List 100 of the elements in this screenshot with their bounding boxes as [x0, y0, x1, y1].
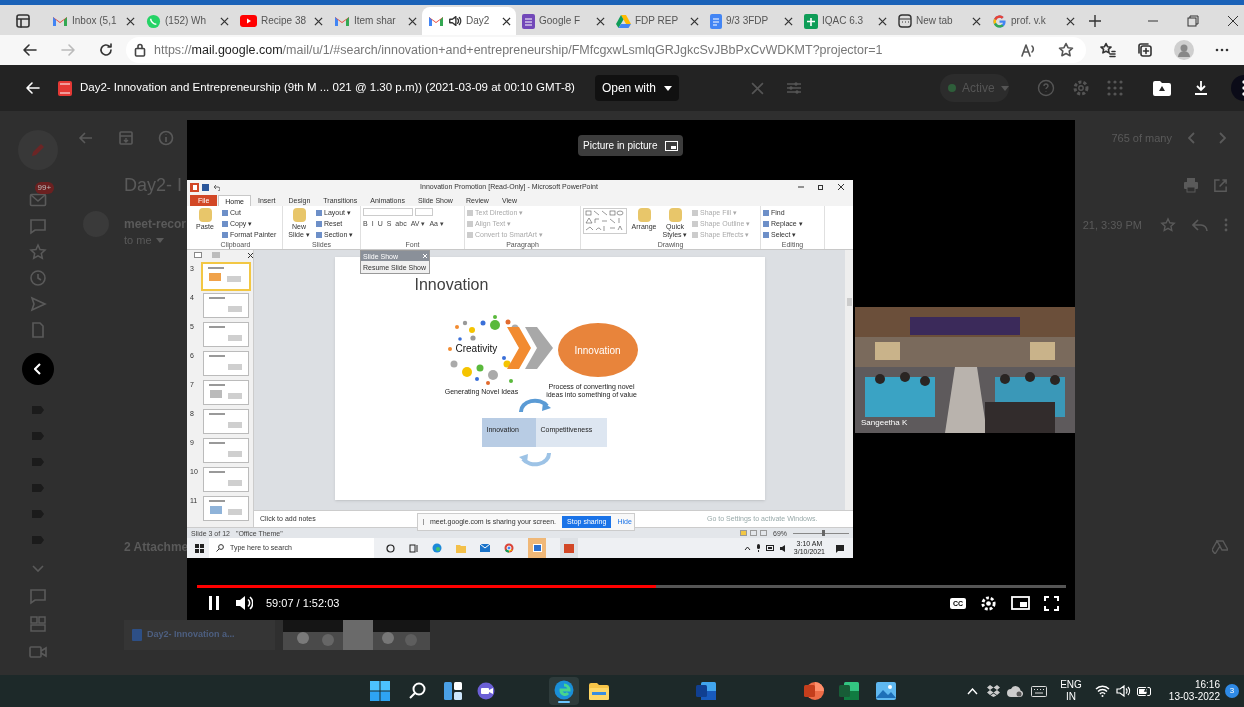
browser-tab[interactable]: Day2: [422, 7, 516, 35]
browser-tab[interactable]: New tab: [892, 7, 986, 35]
speaker-icon[interactable]: [448, 14, 462, 28]
battery-charging-icon[interactable]: [1136, 685, 1153, 697]
microphone-icon[interactable]: [755, 544, 761, 552]
chevron-up-icon[interactable]: [743, 545, 751, 551]
close-icon[interactable]: [126, 16, 135, 26]
minimize-icon[interactable]: [798, 184, 804, 190]
presentation-app-icon[interactable]: [804, 681, 824, 701]
photos-icon[interactable]: [876, 682, 896, 700]
search-icon[interactable]: [409, 682, 427, 700]
video-chat-icon[interactable]: [477, 682, 497, 700]
favorites-icon[interactable]: [1100, 42, 1116, 58]
battery-icon[interactable]: [765, 545, 775, 551]
slide-thumbnail[interactable]: [203, 467, 249, 492]
restore-icon[interactable]: [818, 184, 824, 190]
close-icon[interactable]: [220, 16, 229, 26]
slide-thumbnail[interactable]: [203, 293, 249, 318]
browser-tab[interactable]: IQAC 6.3: [798, 7, 892, 35]
slide-thumbnail[interactable]: [203, 438, 249, 463]
taskbar-app-button[interactable]: [528, 538, 546, 558]
word-processor-icon[interactable]: [696, 682, 716, 700]
fullscreen-icon[interactable]: [1044, 595, 1059, 611]
region-code[interactable]: IN: [1066, 691, 1076, 703]
start-icon[interactable]: [370, 681, 390, 701]
browser-tab[interactable]: 9/3 3FDP: [704, 7, 798, 35]
read-aloud-icon[interactable]: [1020, 42, 1036, 58]
close-icon[interactable]: [838, 184, 844, 190]
mail-icon[interactable]: [480, 544, 490, 552]
slide-thumbnail[interactable]: [203, 496, 249, 521]
volume-icon[interactable]: [235, 595, 253, 611]
close-icon[interactable]: [314, 16, 323, 26]
keyboard-icon[interactable]: [1031, 685, 1048, 697]
slide-thumbnail[interactable]: [203, 409, 249, 434]
open-with-button[interactable]: Open with: [594, 75, 679, 101]
browser-tab[interactable]: Recipe 38: [234, 7, 328, 35]
browser-tab[interactable]: prof. v.k: [986, 7, 1080, 35]
dropbox-icon[interactable]: [987, 685, 1001, 697]
language-code[interactable]: ENG: [1060, 679, 1082, 691]
folder-icon[interactable]: [589, 682, 609, 700]
close-icon[interactable]: [408, 16, 417, 26]
tab-actions-icon[interactable]: [15, 13, 31, 29]
slide-thumbnail[interactable]: [203, 322, 249, 347]
close-icon[interactable]: [972, 16, 981, 26]
notification-badge[interactable]: 3: [1225, 684, 1239, 698]
timeline-icon[interactable]: [409, 543, 418, 553]
folder-upload-icon[interactable]: [1152, 80, 1171, 96]
speaker-icon[interactable]: [1115, 685, 1131, 697]
close-icon[interactable]: [690, 16, 699, 26]
profile-avatar-icon[interactable]: [1174, 40, 1194, 60]
notification-icon[interactable]: [835, 543, 845, 553]
slide-thumbnail[interactable]: [203, 351, 249, 376]
zoom-thumb[interactable]: [822, 530, 826, 536]
browser-tab[interactable]: FDP REP: [610, 7, 704, 35]
speaker-icon[interactable]: [779, 544, 788, 552]
font-name-field[interactable]: [363, 208, 413, 216]
spreadsheet-icon[interactable]: [839, 682, 859, 700]
close-icon[interactable]: [1227, 15, 1239, 27]
collections-icon[interactable]: [1137, 42, 1153, 58]
previous-button[interactable]: [21, 353, 54, 385]
address-bar[interactable]: https://mail.google.com/mail/u/1/#search/innovation+and+entrepreneurship/FMfcgxwLsmlqGRJgkcSvJBbPxCvWDKMT?projector=1: [126, 37, 1086, 63]
undo-icon[interactable]: [212, 183, 220, 191]
slide-thumbnail[interactable]: [203, 380, 249, 405]
close-icon[interactable]: [1066, 16, 1075, 26]
pause-icon[interactable]: [208, 596, 220, 610]
miniplayer-icon[interactable]: [1011, 596, 1030, 610]
wifi-icon[interactable]: [1094, 685, 1110, 697]
back-icon[interactable]: [22, 42, 38, 58]
new-tab-plus-icon[interactable]: [1088, 14, 1102, 28]
cloud-icon[interactable]: [1007, 685, 1024, 697]
widgets-icon[interactable]: [444, 682, 462, 700]
download-icon[interactable]: [1192, 80, 1209, 96]
more-icon[interactable]: [1215, 48, 1229, 52]
browser-icon[interactable]: [432, 543, 442, 553]
slides-tab-icon[interactable]: [194, 252, 202, 258]
taskbar-app-button[interactable]: [549, 677, 579, 705]
reload-icon[interactable]: [98, 42, 114, 58]
browser-tab[interactable]: (152) Wh: [140, 7, 234, 35]
close-icon[interactable]: [248, 252, 253, 258]
close-icon[interactable]: [596, 16, 605, 26]
close-icon[interactable]: [784, 16, 793, 26]
slide-thumbnail[interactable]: [203, 264, 249, 289]
chrome-icon[interactable]: [504, 543, 514, 553]
restore-icon[interactable]: [1187, 15, 1199, 27]
browser-tab[interactable]: Google F: [516, 7, 610, 35]
taskbar-app-button[interactable]: [560, 538, 578, 558]
save-icon[interactable]: [202, 183, 209, 191]
task-view-icon[interactable]: [386, 543, 395, 553]
browser-tab[interactable]: Item shar: [328, 7, 422, 35]
close-icon[interactable]: [878, 16, 887, 26]
clock-date[interactable]: 13-03-2022: [1168, 691, 1220, 703]
favorite-add-icon[interactable]: [1058, 42, 1074, 58]
start-icon[interactable]: [195, 543, 204, 553]
settings-icon[interactable]: [980, 594, 997, 612]
close-icon[interactable]: [502, 16, 511, 26]
clock-time[interactable]: 16:16: [1194, 679, 1220, 691]
progress-track[interactable]: [197, 585, 1066, 588]
font-size-field[interactable]: [415, 208, 433, 216]
browser-tab[interactable]: Inbox (5,1: [46, 7, 140, 35]
back-icon[interactable]: [25, 80, 41, 96]
